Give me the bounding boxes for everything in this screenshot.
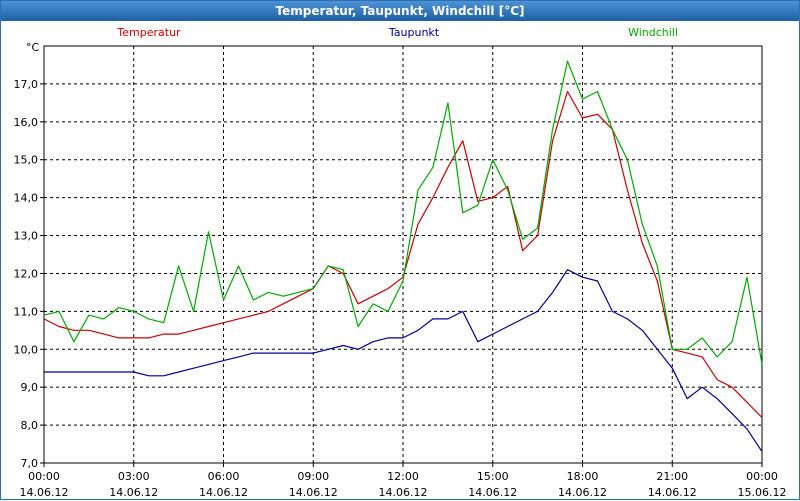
x-tick-date: 14.06.12: [648, 486, 697, 499]
y-tick-label: 8,0: [21, 419, 39, 432]
y-tick-label: 12,0: [14, 267, 39, 280]
chart-window: Temperatur, Taupunkt, Windchill [°C] 7,0…: [0, 0, 800, 500]
x-tick-date: 14.06.12: [109, 486, 158, 499]
y-tick-label: 10,0: [14, 343, 39, 356]
x-tick-time: 21:00: [656, 470, 688, 483]
y-tick-label: 13,0: [14, 230, 39, 243]
x-tick-date: 14.06.12: [289, 486, 338, 499]
x-tick-date: 14.06.12: [558, 486, 607, 499]
x-tick-date: 15.06.12: [738, 486, 787, 499]
legend-temperatur: Temperatur: [116, 26, 181, 39]
y-axis-label: °C: [26, 41, 40, 54]
x-tick-time: 00:00: [746, 470, 778, 483]
x-tick-date: 14.06.12: [379, 486, 428, 499]
legend-windchill: Windchill: [628, 26, 678, 39]
y-tick-label: 16,0: [14, 116, 39, 129]
x-tick-time: 00:00: [28, 470, 60, 483]
y-tick-label: 17,0: [14, 78, 39, 91]
x-tick-time: 09:00: [297, 470, 329, 483]
y-tick-label: 14,0: [14, 192, 39, 205]
x-tick-time: 06:00: [208, 470, 240, 483]
y-tick-label: 7,0: [21, 457, 39, 470]
x-tick-date: 14.06.12: [20, 486, 69, 499]
y-tick-label: 11,0: [14, 305, 39, 318]
x-tick-time: 15:00: [477, 470, 509, 483]
x-tick-time: 03:00: [118, 470, 150, 483]
x-tick-time: 12:00: [387, 470, 419, 483]
chart-svg: 7,0 8,0 9,0 10,0 11,0 12,0 13,0 14,0 15,0 16,0 17,…: [14, 26, 787, 499]
legend-taupunkt: Taupunkt: [388, 26, 440, 39]
x-tick-time: 18:00: [567, 470, 599, 483]
x-tick-date: 14.06.12: [199, 486, 248, 499]
y-tick-label: 9,0: [21, 381, 39, 394]
y-tick-label: 15,0: [14, 154, 39, 167]
x-tick-date: 14.06.12: [468, 486, 517, 499]
